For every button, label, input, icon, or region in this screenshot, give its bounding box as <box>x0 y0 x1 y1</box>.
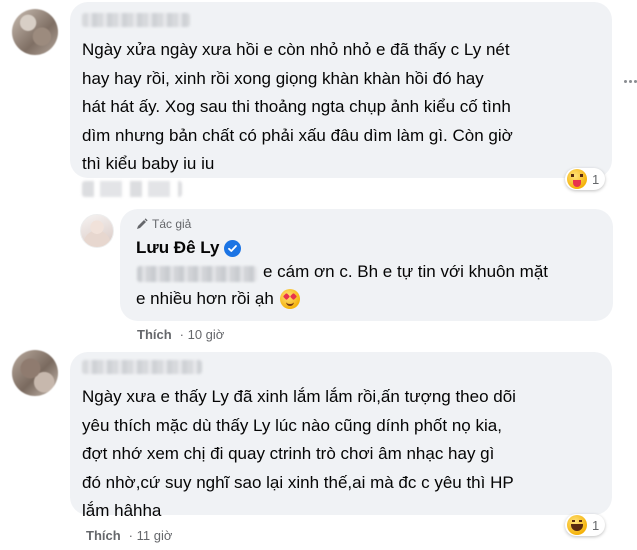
comment-text: Ngày xưa e thấy Ly đã xinh lắm lắm rồi,ấ… <box>82 387 516 520</box>
comment-time[interactable]: · 10 giờ <box>180 327 225 342</box>
comment-text: Ngày xửa ngày xưa hồi e còn nhỏ nhỏ e đã… <box>82 40 513 173</box>
reply-text-line2: e nhiều hơn rồi ạh <box>136 289 274 308</box>
comment-actions: Thích · 11 giờ <box>86 528 172 543</box>
reaction-count: 1 <box>592 517 600 533</box>
commenter-avatar[interactable] <box>12 350 58 396</box>
heart-eyes-emoji-icon <box>279 289 300 309</box>
more-options-icon[interactable] <box>624 80 637 83</box>
blurred-commenter-name[interactable] <box>82 13 190 27</box>
like-button[interactable]: Thích <box>137 327 172 342</box>
author-avatar[interactable] <box>80 214 114 248</box>
commenter-avatar[interactable] <box>12 9 58 55</box>
reaction-summary[interactable]: 1 <box>565 514 606 536</box>
haha-emoji-icon <box>567 515 587 535</box>
reply-author-name[interactable]: Lưu Đê Ly <box>136 238 219 258</box>
blurred-mention[interactable] <box>137 266 257 282</box>
reply-actions: Thích · 10 giờ <box>137 327 224 342</box>
reaction-summary[interactable]: 1 <box>565 168 606 190</box>
author-badge-label: Tác giả <box>152 217 192 231</box>
tongue-emoji-icon <box>567 169 587 189</box>
like-button[interactable]: Thích <box>86 528 121 543</box>
pen-icon <box>136 218 148 230</box>
blurred-commenter-name[interactable] <box>82 360 202 374</box>
reply-author[interactable]: Lưu Đê Ly <box>136 238 242 258</box>
comment-time[interactable]: · 11 giờ <box>129 528 173 543</box>
reply-text-line1: e cám ơn c. Bh e tự tin với khuôn mặt <box>263 262 549 281</box>
reply-text-line2-row: e nhiều hơn rồi ạh <box>136 289 300 309</box>
author-badge: Tác giả <box>136 217 191 231</box>
verified-badge-icon <box>224 239 242 257</box>
blurred-comment-actions <box>82 181 182 197</box>
reaction-count: 1 <box>592 171 600 187</box>
